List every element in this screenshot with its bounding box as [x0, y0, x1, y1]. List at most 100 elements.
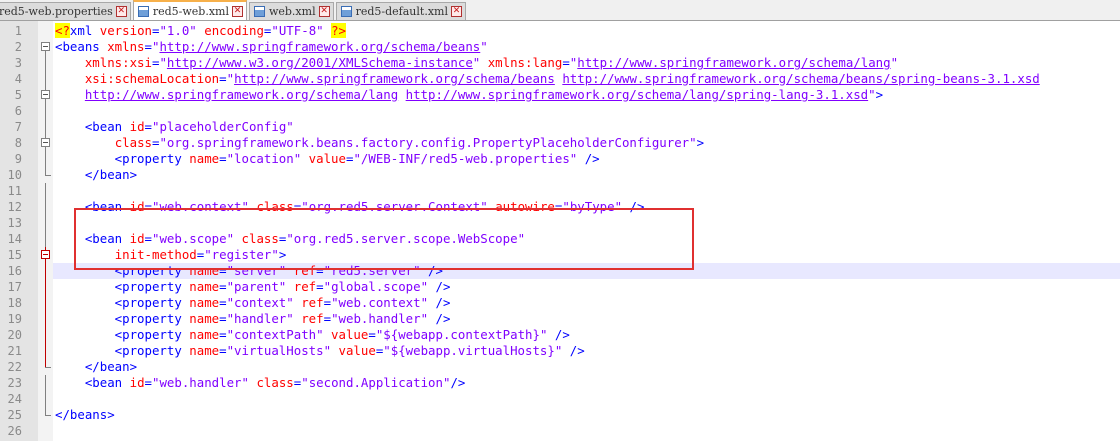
line-text-area[interactable]: <property name="parent" ref="global.scop…	[53, 279, 1120, 295]
code-line[interactable]: 20 <property name="contextPath" value="$…	[0, 327, 1120, 343]
code-token: ref	[293, 263, 317, 278]
line-text-area[interactable]	[53, 103, 1120, 119]
code-line[interactable]: 23 <bean id="web.handler" class="second.…	[0, 375, 1120, 391]
code-text: <bean id="web.scope" class="org.red5.ser…	[55, 231, 525, 247]
code-line[interactable]: 17 <property name="parent" ref="global.s…	[0, 279, 1120, 295]
code-text: <?xml version="1.0" encoding="UTF-8" ?>	[55, 23, 346, 39]
fold-toggle-icon[interactable]	[41, 90, 50, 99]
line-text-area[interactable]: xsi:schemaLocation="http://www.springfra…	[53, 71, 1120, 87]
code-token: "web.handler"	[331, 311, 429, 326]
code-line[interactable]: 5 http://www.springframework.org/schema/…	[0, 87, 1120, 103]
fold-marker	[38, 263, 53, 279]
tab-2[interactable]: web.xml ✕	[248, 2, 334, 20]
line-text-area[interactable]: <?xml version="1.0" encoding="UTF-8" ?>	[53, 23, 1120, 39]
code-token: "org.red5.server.scope.WebScope"	[286, 231, 526, 246]
line-text-area[interactable]	[53, 391, 1120, 407]
line-text-area[interactable]: <bean id="web.scope" class="org.red5.ser…	[53, 231, 1120, 247]
fold-marker	[38, 135, 53, 151]
code-line[interactable]: 6	[0, 103, 1120, 119]
code-token: "web.handler"	[152, 375, 249, 390]
code-line[interactable]: 25 </beans>	[0, 407, 1120, 423]
code-token: =	[144, 375, 152, 390]
line-text-area[interactable]: <bean id="web.handler" class="second.App…	[53, 375, 1120, 391]
fold-toggle-icon[interactable]	[41, 250, 50, 259]
line-text-area[interactable]: <property name="handler" ref="web.handle…	[53, 311, 1120, 327]
code-token: "second.Application"	[301, 375, 451, 390]
code-line[interactable]: 7 <bean id="placeholderConfig"	[0, 119, 1120, 135]
code-token: init-method	[114, 247, 197, 262]
close-tab-icon[interactable]: ✕	[231, 5, 243, 17]
line-number: 4	[14, 72, 22, 86]
line-text-area[interactable]: </beans>	[53, 407, 1120, 423]
code-line[interactable]: 12 <bean id="web.context" class="org.red…	[0, 199, 1120, 215]
fold-marker	[38, 39, 53, 55]
code-line[interactable]: 21 <property name="virtualHosts" value="…	[0, 343, 1120, 359]
tab-0[interactable]: red5-web.properties ✕	[0, 2, 131, 20]
code-token: <property	[55, 279, 190, 294]
line-text-area[interactable]: xmlns:xsi="http://www.w3.org/2001/XMLSch…	[53, 55, 1120, 71]
code-token: =	[323, 295, 332, 310]
close-tab-icon[interactable]: ✕	[115, 6, 127, 17]
fold-toggle-icon[interactable]	[41, 42, 50, 51]
line-text-area[interactable]: <bean id="web.context" class="org.red5.s…	[53, 199, 1120, 215]
code-text: class="org.springframework.beans.factory…	[55, 135, 704, 151]
line-text-area[interactable]: </bean>	[53, 167, 1120, 183]
line-text-area[interactable]: init-method="register">	[53, 247, 1120, 263]
line-number: 6	[14, 104, 22, 118]
code-line[interactable]: 10 </bean>	[0, 167, 1120, 183]
line-text-area[interactable]: <property name="contextPath" value="${we…	[53, 327, 1120, 343]
line-text-area[interactable]	[53, 423, 1120, 439]
line-text-area[interactable]: </bean>	[53, 359, 1120, 375]
line-text-area[interactable]: <beans xmlns= "http://www.springframework…	[53, 39, 1120, 55]
code-line[interactable]: 13	[0, 215, 1120, 231]
code-line[interactable]: 1 <?xml version="1.0" encoding="UTF-8" ?>	[0, 23, 1120, 39]
line-text-area[interactable]: <property name="server" ref="red5.server…	[53, 263, 1120, 279]
line-text-area[interactable]: class="org.springframework.beans.factory…	[53, 135, 1120, 151]
line-number: 16	[7, 264, 22, 278]
code-line[interactable]: 18 <property name="context" ref="web.con…	[0, 295, 1120, 311]
close-tab-icon[interactable]: ✕	[318, 6, 330, 17]
code-token: "	[480, 39, 488, 54]
code-token: <property	[55, 327, 190, 342]
line-text-area[interactable]: <property name="virtualHosts" value="${w…	[53, 343, 1120, 359]
fold-marker	[38, 279, 53, 295]
code-token: =	[219, 311, 227, 326]
code-line[interactable]: 24	[0, 391, 1120, 407]
tab-label: red5-web.properties	[0, 5, 113, 18]
tab-3[interactable]: red5-default.xml ✕	[335, 2, 466, 20]
code-token: name	[189, 343, 220, 358]
code-line[interactable]: 26	[0, 423, 1120, 439]
line-text-area[interactable]	[53, 215, 1120, 231]
code-line[interactable]: 3 xmlns:xsi="http://www.w3.org/2001/XMLS…	[0, 55, 1120, 71]
line-text-area[interactable]: <property name="location" value="/WEB-IN…	[53, 151, 1120, 167]
close-tab-icon[interactable]: ✕	[450, 6, 462, 17]
code-token: "${webapp.contextPath}"	[375, 327, 548, 342]
code-token: "web.context"	[331, 295, 429, 310]
code-line[interactable]: 8 class="org.springframework.beans.facto…	[0, 135, 1120, 151]
fold-marker	[38, 295, 53, 311]
code-token: <bean	[55, 375, 130, 390]
code-line[interactable]: 14 <bean id="web.scope" class="org.red5.…	[0, 231, 1120, 247]
code-line[interactable]: 19 <property name="handler" ref="web.han…	[0, 311, 1120, 327]
code-line[interactable]: 4 xsi:schemaLocation="http://www.springf…	[0, 71, 1120, 87]
line-text-area[interactable]: http://www.springframework.org/schema/la…	[53, 87, 1120, 103]
code-line[interactable]: 16 <property name="server" ref="red5.ser…	[0, 263, 1120, 279]
line-text-area[interactable]	[53, 183, 1120, 199]
fold-marker	[38, 199, 53, 215]
code-line[interactable]: 9 <property name="location" value="/WEB-…	[0, 151, 1120, 167]
code-line[interactable]: 2 <beans xmlns= "http://www.springframewor…	[0, 39, 1120, 55]
line-text-area[interactable]: <bean id="placeholderConfig"	[53, 119, 1120, 135]
fold-marker	[38, 23, 53, 39]
code-token: name	[189, 263, 220, 278]
code-line[interactable]: 15 init-method="register">	[0, 247, 1120, 263]
code-token: "${webapp.virtualHosts}"	[383, 343, 563, 358]
code-line[interactable]: 22 </bean>	[0, 359, 1120, 375]
code-token: "web.context"	[152, 199, 249, 214]
code-line[interactable]: 11	[0, 183, 1120, 199]
tab-1[interactable]: red5-web.xml ✕	[132, 0, 247, 20]
line-number: 14	[7, 232, 22, 246]
code-editor[interactable]: 1 <?xml version="1.0" encoding="UTF-8" ?>…	[0, 21, 1120, 441]
line-text-area[interactable]: <property name="context" ref="web.contex…	[53, 295, 1120, 311]
fold-toggle-icon[interactable]	[41, 138, 50, 147]
code-token: class	[241, 231, 279, 246]
